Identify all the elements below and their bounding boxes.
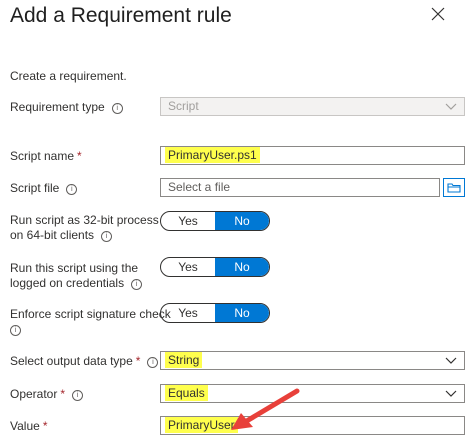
chevron-down-icon (445, 357, 457, 364)
script-file-input[interactable]: Select a file (160, 178, 440, 197)
value-input[interactable]: PrimaryUser (160, 416, 465, 435)
info-icon[interactable]: i (72, 390, 84, 401)
script-name-value: PrimaryUser.ps1 (165, 147, 260, 163)
chevron-down-icon (445, 103, 457, 110)
output-type-label: Select output data type * i (10, 354, 159, 369)
run-credentials-toggle[interactable]: Yes No (160, 257, 270, 277)
toggle-no-option[interactable]: No (215, 212, 269, 230)
requirement-type-select: Script (160, 97, 465, 116)
annotation-arrow-icon (231, 388, 300, 430)
output-type-select[interactable]: String (160, 351, 465, 370)
script-name-input[interactable]: PrimaryUser.ps1 (160, 146, 465, 165)
enforce-signature-label: Enforce script signature check i (10, 307, 171, 336)
toggle-no-option[interactable]: No (215, 258, 269, 276)
info-icon[interactable]: i (147, 357, 159, 368)
value-label: Value * (10, 419, 48, 433)
toggle-yes-option[interactable]: Yes (161, 258, 215, 276)
browse-folder-button[interactable] (443, 178, 465, 197)
enforce-signature-toggle[interactable]: Yes No (160, 303, 270, 323)
toggle-no-option[interactable]: No (215, 304, 269, 322)
page-title: Add a Requirement rule (10, 4, 232, 27)
toggle-yes-option[interactable]: Yes (161, 304, 215, 322)
run-credentials-label: Run this script using the logged on cred… (10, 261, 143, 291)
operator-select[interactable]: Equals (160, 384, 465, 403)
operator-label: Operator * i (10, 387, 84, 402)
run-32bit-toggle[interactable]: Yes No (160, 211, 270, 231)
folder-icon (447, 183, 461, 193)
run-32bit-label: Run script as 32-bit process on 64-bit c… (10, 213, 159, 242)
info-icon[interactable]: i (10, 325, 21, 336)
info-icon[interactable]: i (101, 231, 113, 242)
info-icon[interactable]: i (131, 279, 143, 290)
script-file-label: Script file i (10, 181, 78, 196)
close-icon[interactable] (431, 7, 445, 21)
script-name-label: Script name * (10, 149, 82, 163)
requirement-type-label: Requirement type i (10, 100, 123, 115)
toggle-yes-option[interactable]: Yes (161, 212, 215, 230)
chevron-down-icon (445, 390, 457, 397)
intro-text: Create a requirement. (10, 69, 127, 83)
operator-value: Equals (165, 385, 208, 401)
info-icon[interactable]: i (111, 103, 123, 114)
output-type-value: String (165, 352, 203, 368)
info-icon[interactable]: i (66, 184, 78, 195)
